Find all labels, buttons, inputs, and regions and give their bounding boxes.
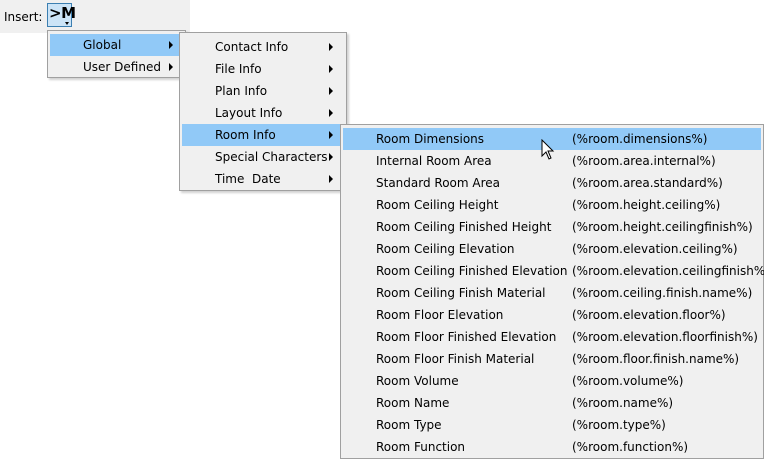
- global-submenu: Contact Info File Info Plan Info Layout …: [179, 32, 347, 191]
- menu-item-label: Room Function: [376, 440, 466, 454]
- menu-item-room-type[interactable]: Room Type (%room.type%): [343, 414, 761, 436]
- menu-item-label: User Defined: [83, 60, 161, 74]
- submenu-arrow-icon: [169, 41, 173, 49]
- menu-item-macro: (%room.elevation.floorfinish%): [572, 330, 758, 344]
- menu-item-room-volume[interactable]: Room Volume (%room.volume%): [343, 370, 761, 392]
- menu-item-macro: (%room.height.ceiling%): [572, 198, 721, 212]
- menu-item-file-info[interactable]: File Info: [182, 58, 344, 80]
- menu-item-label: Room Dimensions: [376, 132, 485, 146]
- menu-item-macro: (%room.area.internal%): [572, 154, 716, 168]
- menu-item-contact-info[interactable]: Contact Info: [182, 36, 344, 58]
- menu-item-label: Plan Info: [215, 84, 268, 98]
- menu-item-label: Room Name: [376, 396, 450, 410]
- menu-item-label: Time Date: [215, 172, 281, 186]
- menu-item-label: Room Floor Elevation: [376, 308, 504, 322]
- menu-item-label: Room Info: [215, 128, 276, 142]
- mouse-pointer-icon: [541, 139, 555, 160]
- menu-item-room-info[interactable]: Room Info: [182, 124, 344, 146]
- insert-toolbar: Insert: >M: [0, 0, 190, 33]
- macro-insert-icon: >M: [49, 4, 76, 22]
- insert-macro-button[interactable]: >M: [47, 3, 76, 27]
- menu-item-label: Layout Info: [215, 106, 283, 120]
- submenu-arrow-icon: [329, 65, 333, 73]
- menu-item-label: Room Ceiling Finished Height: [376, 220, 552, 234]
- menu-item-room-floor-finished-elevation[interactable]: Room Floor Finished Elevation (%room.ele…: [343, 326, 761, 348]
- menu-item-label: Global: [83, 38, 122, 52]
- menu-item-label: Room Ceiling Finished Elevation: [376, 264, 568, 278]
- submenu-arrow-icon: [329, 175, 333, 183]
- menu-item-macro: (%room.elevation.ceilingfinish%): [572, 264, 764, 278]
- menu-item-label: File Info: [215, 62, 262, 76]
- menu-item-user-defined[interactable]: User Defined: [50, 56, 183, 78]
- menu-item-macro: (%room.dimensions%): [572, 132, 708, 146]
- insert-label: Insert:: [4, 10, 43, 24]
- menu-item-macro: (%room.height.ceilingfinish%): [572, 220, 753, 234]
- submenu-arrow-icon: [329, 153, 333, 161]
- menu-item-macro: (%room.volume%): [572, 374, 684, 388]
- submenu-arrow-icon: [329, 87, 333, 95]
- menu-item-global[interactable]: Global: [50, 34, 183, 56]
- submenu-arrow-icon: [329, 43, 333, 51]
- menu-item-room-ceiling-finish-material[interactable]: Room Ceiling Finish Material (%room.ceil…: [343, 282, 761, 304]
- menu-item-macro: (%room.type%): [572, 418, 666, 432]
- menu-item-macro: (%room.floor.finish.name%): [572, 352, 740, 366]
- menu-item-label: Room Floor Finished Elevation: [376, 330, 557, 344]
- menu-item-label: Internal Room Area: [376, 154, 492, 168]
- dropdown-arrow-icon: [65, 22, 69, 25]
- menu-item-layout-info[interactable]: Layout Info: [182, 102, 344, 124]
- menu-item-macro: (%room.function%): [572, 440, 689, 454]
- menu-item-label: Contact Info: [215, 40, 289, 54]
- menu-item-time-date[interactable]: Time Date: [182, 168, 344, 190]
- menu-item-room-ceiling-finished-height[interactable]: Room Ceiling Finished Height (%room.heig…: [343, 216, 761, 238]
- menu-item-room-ceiling-elevation[interactable]: Room Ceiling Elevation (%room.elevation.…: [343, 238, 761, 260]
- menu-item-macro: (%room.name%): [572, 396, 674, 410]
- menu-item-standard-room-area[interactable]: Standard Room Area (%room.area.standard%…: [343, 172, 761, 194]
- submenu-arrow-icon: [169, 63, 173, 71]
- menu-item-label: Room Ceiling Finish Material: [376, 286, 546, 300]
- menu-item-label: Room Ceiling Height: [376, 198, 499, 212]
- menu-item-special-characters[interactable]: Special Characters: [182, 146, 344, 168]
- menu-item-room-floor-finish-material[interactable]: Room Floor Finish Material (%room.floor.…: [343, 348, 761, 370]
- menu-item-label: Room Volume: [376, 374, 459, 388]
- menu-item-label: Standard Room Area: [376, 176, 501, 190]
- menu-item-macro: (%room.area.standard%): [572, 176, 723, 190]
- menu-item-macro: (%room.elevation.ceiling%): [572, 242, 738, 256]
- room-info-submenu: Room Dimensions (%room.dimensions%) Inte…: [340, 124, 764, 459]
- submenu-arrow-icon: [329, 109, 333, 117]
- submenu-arrow-icon: [329, 131, 333, 139]
- menu-item-label: Room Type: [376, 418, 442, 432]
- menu-item-room-ceiling-finished-elevation[interactable]: Room Ceiling Finished Elevation (%room.e…: [343, 260, 764, 282]
- menu-item-room-name[interactable]: Room Name (%room.name%): [343, 392, 761, 414]
- menu-item-label: Room Ceiling Elevation: [376, 242, 515, 256]
- menu-item-room-ceiling-height[interactable]: Room Ceiling Height (%room.height.ceilin…: [343, 194, 761, 216]
- menu-item-plan-info[interactable]: Plan Info: [182, 80, 344, 102]
- menu-item-macro: (%room.elevation.floor%): [572, 308, 726, 322]
- menu-item-room-floor-elevation[interactable]: Room Floor Elevation (%room.elevation.fl…: [343, 304, 761, 326]
- macro-category-menu: Global User Defined: [47, 30, 186, 78]
- menu-item-room-function[interactable]: Room Function (%room.function%): [343, 436, 761, 458]
- menu-item-macro: (%room.ceiling.finish.name%): [572, 286, 753, 300]
- menu-item-label: Special Characters: [215, 150, 328, 164]
- menu-item-label: Room Floor Finish Material: [376, 352, 535, 366]
